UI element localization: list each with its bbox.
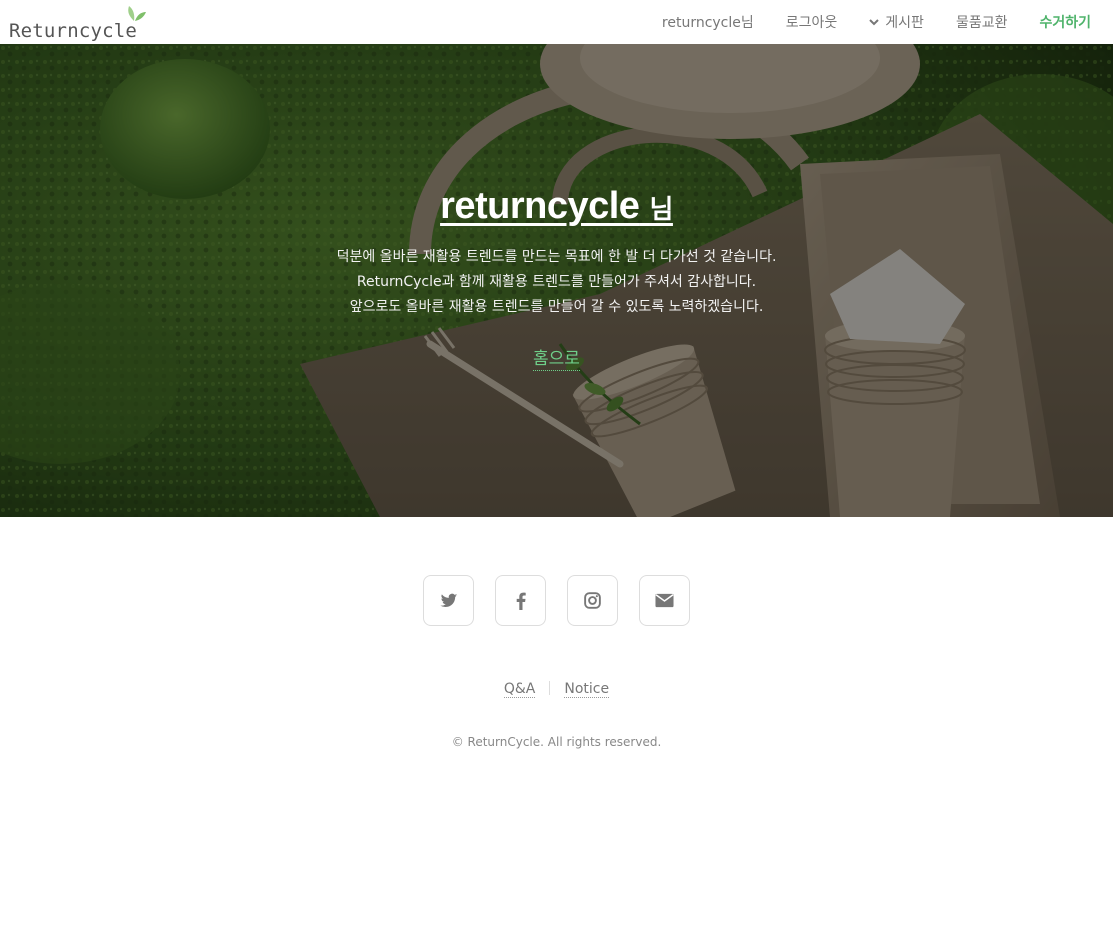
hero-message-line: 앞으로도 올바른 재활용 트렌드를 만들어 갈 수 있도록 노력하겠습니다. xyxy=(349,299,764,315)
logo-text: Returncycle xyxy=(9,20,138,42)
footer-links: Q&A Notice xyxy=(0,681,1113,698)
nav-user[interactable]: returncycle님 xyxy=(662,12,754,32)
hero-message-line: 덕분에 올바른 재활용 트렌드를 만드는 목표에 한 발 더 다가선 것 같습니… xyxy=(336,249,777,265)
hero-message: 덕분에 올바른 재활용 트렌드를 만드는 목표에 한 발 더 다가선 것 같습니… xyxy=(0,245,1113,320)
main-nav: returncycle님 로그아웃 게시판 물품교환 수거하기 xyxy=(662,0,1091,44)
facebook-icon xyxy=(516,592,526,610)
chevron-down-icon xyxy=(869,19,880,26)
notice-link[interactable]: Notice xyxy=(564,681,610,698)
hero-title: returncycle 님 xyxy=(0,182,1113,233)
qna-link[interactable]: Q&A xyxy=(503,681,536,698)
instagram-icon xyxy=(584,592,601,609)
instagram-button[interactable] xyxy=(567,575,618,626)
copyright: © ReturnCycle. All rights reserved. xyxy=(451,735,662,749)
hero-title-name: returncycle xyxy=(440,185,640,227)
hero-message-line: ReturnCycle과 함께 재활용 트렌드를 만들어가 주셔서 감사합니다. xyxy=(356,274,757,290)
envelope-icon xyxy=(655,593,674,608)
footer-divider xyxy=(549,681,551,695)
twitter-button[interactable] xyxy=(423,575,474,626)
nav-exchange[interactable]: 물품교환 xyxy=(956,12,1008,32)
site-header: Returncycle returncycle님 로그아웃 게시판 물품교환 수… xyxy=(0,0,1113,44)
logo[interactable]: Returncycle xyxy=(9,4,159,42)
hero-title-suffix: 님 xyxy=(649,194,674,224)
nav-board-label: 게시판 xyxy=(885,15,924,31)
email-button[interactable] xyxy=(639,575,690,626)
facebook-button[interactable] xyxy=(495,575,546,626)
nav-logout[interactable]: 로그아웃 xyxy=(786,12,838,32)
social-links xyxy=(423,575,690,626)
twitter-icon xyxy=(439,593,457,607)
hero-banner: returncycle 님 덕분에 올바른 재활용 트렌드를 만드는 목표에 한… xyxy=(0,44,1113,517)
nav-collect[interactable]: 수거하기 xyxy=(1039,12,1091,32)
home-link-wrap: 홈으로 xyxy=(0,344,1113,371)
home-link[interactable]: 홈으로 xyxy=(533,349,580,371)
nav-board[interactable]: 게시판 xyxy=(869,12,924,32)
